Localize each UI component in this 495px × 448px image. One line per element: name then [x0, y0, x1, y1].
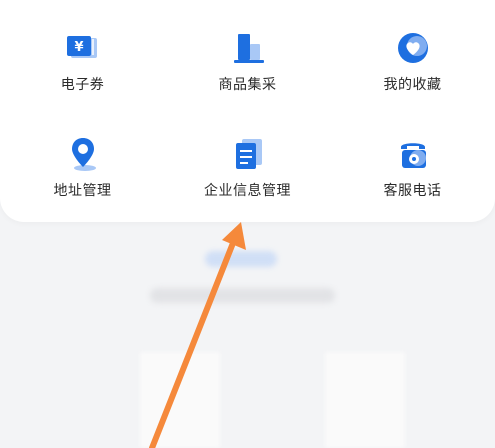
customer-service-button[interactable]: 客服电话 [330, 134, 495, 214]
bulk-purchase-label: 商品集采 [218, 77, 277, 93]
favorite-heart-icon [397, 33, 428, 63]
favorites-button[interactable]: 我的收藏 [330, 28, 495, 108]
building-icon [233, 34, 264, 63]
location-pin-icon [71, 138, 96, 171]
coupon-button[interactable]: ¥ 电子券 [0, 28, 165, 108]
favorites-label: 我的收藏 [383, 77, 442, 93]
address-button[interactable]: 地址管理 [0, 134, 165, 214]
company-info-label: 企业信息管理 [204, 183, 291, 199]
blurred-text [150, 288, 335, 303]
service-grid: ¥ 电子券 商品集采 我的收藏 地址管理 企业信息管理 客服电话 [0, 0, 495, 222]
blurred-panel [140, 352, 220, 448]
coupon-icon: ¥ [66, 36, 97, 58]
company-info-button[interactable]: 企业信息管理 [165, 134, 330, 214]
bulk-purchase-button[interactable]: 商品集采 [165, 28, 330, 108]
telephone-icon [400, 143, 426, 168]
customer-service-label: 客服电话 [383, 183, 442, 199]
blurred-link [205, 251, 277, 267]
svg-text:¥: ¥ [74, 40, 83, 55]
document-icon [235, 139, 262, 169]
address-label: 地址管理 [53, 183, 112, 199]
blurred-panel [325, 352, 405, 448]
coupon-label: 电子券 [60, 77, 105, 93]
